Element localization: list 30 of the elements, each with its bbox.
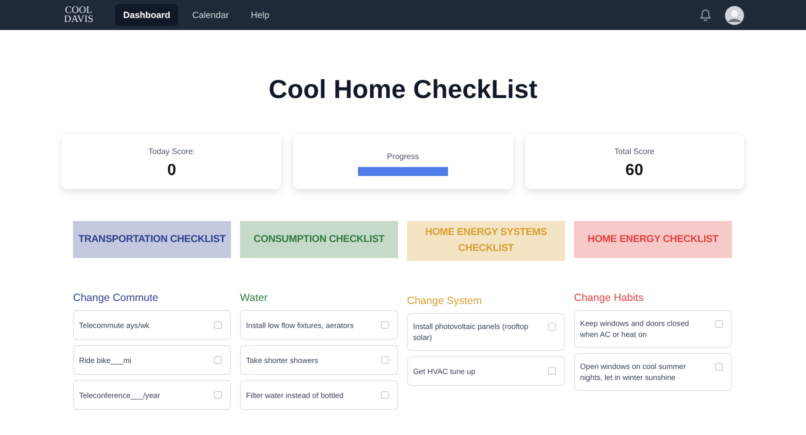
avatar-icon[interactable] [725,6,744,24]
checkbox[interactable] [548,323,556,331]
checkbox[interactable] [214,391,222,399]
checkbox[interactable] [214,356,222,364]
nav-link[interactable]: Dashboard [115,4,178,26]
checkbox[interactable] [715,320,723,328]
stat-label: Progress [386,152,419,160]
checklist-header: HOME ENERGY CHECKLIST [574,221,732,258]
checkbox[interactable] [381,321,389,329]
stat-label: Total Score [614,147,654,156]
checklist-header: HOME ENERGY SYSTEMS CHECKLIST [407,221,565,261]
checklist-header: CONSUMPTION CHECKLIST [240,221,398,258]
section-heading: Change Habits [574,292,644,304]
nav-link[interactable]: Calendar [184,4,237,26]
checklist-header: TRANSPORTATION CHECKLIST [73,221,231,258]
checkbox[interactable] [548,367,556,375]
stat-value: 0 [167,162,176,180]
bell-icon[interactable] [700,9,711,21]
checkbox[interactable] [214,321,222,329]
page-title: Cool Home CheckList [268,74,538,105]
checkbox[interactable] [381,356,389,364]
checkbox[interactable] [381,391,389,399]
section-heading: Change System [407,295,483,307]
checkbox[interactable] [715,363,723,371]
section-heading: Water [240,292,269,304]
section-heading: Change Commute [73,292,160,304]
stat-value: 60 [625,162,644,180]
nav-link[interactable]: Help [242,4,278,26]
logo[interactable]: COOL DAVIS [64,6,94,24]
stat-label: Today Score: [148,147,196,156]
